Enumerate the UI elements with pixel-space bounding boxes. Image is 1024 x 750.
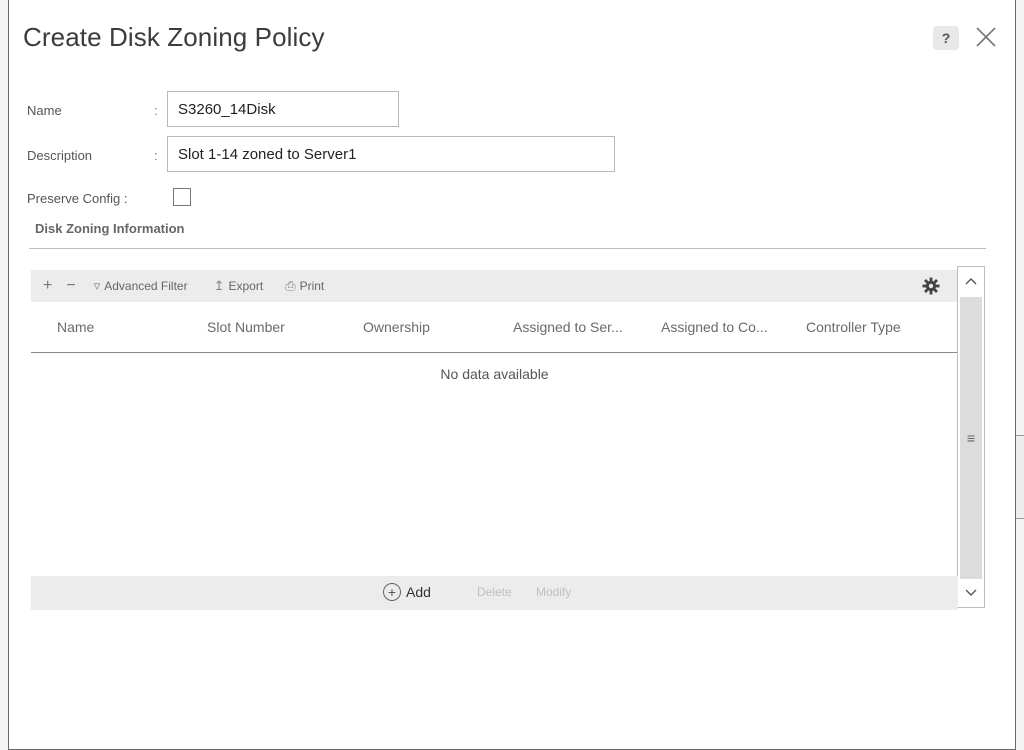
filter-icon: ▿ [93, 278, 101, 293]
export-label: Export [228, 279, 264, 293]
column-header-controller-type[interactable]: Controller Type [806, 319, 901, 335]
help-button[interactable]: ? [933, 26, 959, 50]
table-header-divider [31, 352, 958, 353]
gear-icon [922, 277, 940, 295]
preserve-config-checkbox[interactable] [173, 188, 191, 206]
preserve-config-label: Preserve Config : [27, 191, 128, 206]
name-input[interactable]: S3260_14Disk [167, 91, 399, 127]
table-settings-button[interactable] [921, 276, 941, 296]
close-icon [976, 27, 996, 47]
add-label: Add [406, 584, 431, 600]
description-input[interactable]: Slot 1-14 zoned to Server1 [167, 136, 615, 172]
export-icon: ↥ [213, 278, 225, 293]
scroll-thumb[interactable]: ≡ [960, 297, 982, 579]
name-label: Name [27, 103, 62, 118]
section-title: Disk Zoning Information [35, 221, 185, 236]
advanced-filter-button[interactable]: ▿ Advanced Filter [94, 278, 188, 294]
column-header-assigned-to-server[interactable]: Assigned to Ser... [513, 319, 623, 335]
add-row-button[interactable]: + [43, 277, 52, 295]
create-disk-zoning-policy-dialog: Create Disk Zoning Policy ? Name : S3260… [8, 0, 1016, 750]
table-toolbar: + − ▿ Advanced Filter ↥ Export ⎙ Print [31, 270, 958, 302]
advanced-filter-label: Advanced Filter [104, 279, 188, 293]
delete-button[interactable]: Delete [477, 585, 512, 599]
column-header-slot-number[interactable]: Slot Number [207, 319, 285, 335]
print-button[interactable]: ⎙ Print [285, 278, 324, 294]
modify-button[interactable]: Modify [536, 585, 571, 599]
export-button[interactable]: ↥ Export [214, 278, 264, 294]
section-divider [29, 248, 986, 249]
print-label: Print [299, 279, 325, 293]
scroll-down-button[interactable] [958, 581, 984, 605]
print-icon: ⎙ [285, 278, 296, 293]
close-button[interactable] [971, 22, 1001, 52]
scroll-up-button[interactable] [958, 269, 984, 293]
name-colon: : [154, 103, 158, 118]
add-button[interactable]: + Add [383, 583, 431, 601]
description-label: Description [27, 148, 93, 163]
column-header-name[interactable]: Name [57, 319, 94, 335]
table-header: Name Slot Number Ownership Assigned to S… [31, 306, 958, 352]
add-circle-icon: + [383, 583, 401, 601]
chevron-down-icon [965, 589, 977, 596]
column-header-ownership[interactable]: Ownership [363, 319, 430, 335]
table-scrollbar[interactable]: ≡ [957, 266, 985, 608]
background-window-edge [1016, 435, 1024, 519]
dialog-title: Create Disk Zoning Policy [23, 22, 325, 52]
table-footer-actions: + Add Delete Modify [31, 576, 958, 610]
remove-row-button[interactable]: − [66, 277, 75, 295]
description-colon: : [154, 148, 158, 163]
empty-table-message: No data available [440, 366, 549, 382]
chevron-up-icon [965, 278, 977, 285]
column-header-assigned-to-controller[interactable]: Assigned to Co... [661, 319, 768, 335]
